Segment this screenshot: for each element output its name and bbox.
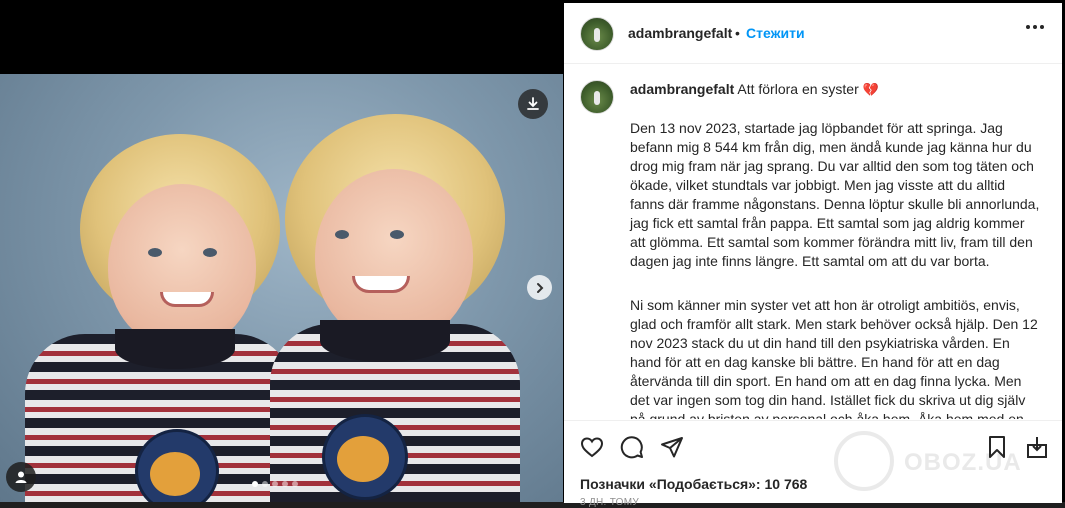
caption-title-text: Att förlora en syster (737, 81, 859, 97)
caption-username[interactable]: adambrangefalt (630, 81, 734, 97)
download-icon[interactable] (1026, 435, 1048, 459)
download-icon (527, 97, 539, 110)
post-time: 3 ДН. ТОМУ (580, 497, 640, 508)
caption-area: adambrangefalt Att förlora en syster 💔 D… (564, 64, 1062, 419)
caption-paragraph-1: Den 13 nov 2023, startade jag löpbandet … (630, 120, 1040, 269)
carousel-dot (252, 481, 258, 487)
user-tag-icon (15, 471, 27, 483)
carousel-dot (262, 481, 268, 487)
caption-avatar[interactable] (580, 80, 614, 114)
carousel-dot (292, 481, 298, 487)
user-tag-button[interactable] (6, 462, 36, 492)
caption-paragraph-2: Ni som känner min syster vet att hon är … (630, 297, 1038, 419)
broken-heart-emoji: 💔 (862, 82, 879, 97)
chevron-right-icon (536, 282, 543, 293)
share-icon[interactable] (660, 435, 684, 459)
avatar[interactable] (580, 17, 614, 51)
bookmark-icon[interactable] (986, 435, 1008, 459)
comment-icon[interactable] (620, 435, 644, 459)
header-separator: • (735, 25, 740, 41)
child-right (270, 74, 563, 502)
post-modal: adambrangefalt • Стежити adambrangefalt … (0, 0, 1065, 508)
more-options-icon[interactable] (1026, 25, 1044, 29)
likes-count[interactable]: Позначки «Подобається»: 10 768 (580, 476, 807, 492)
carousel-dot (282, 481, 288, 487)
post-media (0, 0, 563, 502)
caption-title: adambrangefalt Att förlora en syster 💔 (630, 81, 879, 98)
download-button[interactable] (518, 89, 548, 119)
heart-icon[interactable] (580, 435, 604, 459)
carousel-indicator (252, 481, 298, 487)
post-photo (0, 74, 563, 502)
post-sidebar: adambrangefalt • Стежити adambrangefalt … (564, 3, 1062, 508)
follow-button[interactable]: Стежити (746, 25, 805, 41)
carousel-dot (272, 481, 278, 487)
post-actions: OBOZ.UA Позначки «Подобається»: 10 768 3… (564, 420, 1062, 508)
child-left (0, 74, 295, 502)
header-username[interactable]: adambrangefalt (628, 25, 732, 41)
post-header: adambrangefalt • Стежити (564, 3, 1062, 64)
carousel-next-button[interactable] (527, 275, 552, 300)
